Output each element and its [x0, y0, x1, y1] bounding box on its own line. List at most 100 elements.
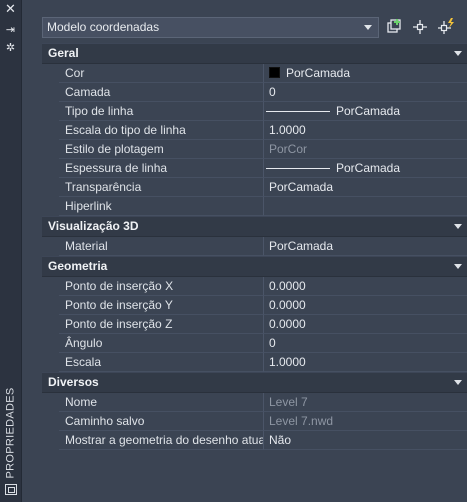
property-value-text: PorCamada: [336, 104, 401, 118]
property-value[interactable]: PorCamada: [264, 102, 467, 121]
property-label: Camada: [59, 83, 264, 102]
row-gutter: [42, 412, 59, 431]
property-value[interactable]: 0.0000: [264, 315, 467, 334]
property-label: Cor: [59, 64, 264, 83]
property-value-text: 1.0000: [269, 123, 306, 137]
selection-dropdown[interactable]: Modelo coordenadas: [42, 17, 379, 38]
row-gutter: [42, 159, 59, 178]
property-value-text: PorCamada: [269, 180, 334, 194]
color-swatch: [269, 67, 280, 78]
quick-select-button[interactable]: [436, 17, 458, 39]
close-icon[interactable]: ✕: [0, 3, 21, 16]
property-row[interactable]: Mostrar a geometria do desenho atual Não: [42, 431, 467, 450]
property-value-text: PorCamada: [286, 66, 351, 80]
property-row[interactable]: Transparência PorCamada: [42, 178, 467, 197]
property-row[interactable]: Espessura de linha PorCamada: [42, 159, 467, 178]
row-gutter: [42, 315, 59, 334]
property-label: Nome: [59, 393, 264, 412]
property-value-text: 0.0000: [269, 298, 306, 312]
property-value-text: 0.0000: [269, 279, 306, 293]
property-value[interactable]: 0: [264, 334, 467, 353]
property-label: Ponto de inserção Y: [59, 296, 264, 315]
property-value[interactable]: Não: [264, 431, 467, 450]
row-gutter: [42, 277, 59, 296]
property-value[interactable]: PorCamada: [264, 64, 467, 83]
palette-options-icon[interactable]: [5, 484, 17, 495]
property-value-text: Level 7.nwd: [269, 414, 334, 428]
crosshair-select-icon: [413, 20, 427, 34]
property-value-text: 0: [269, 85, 276, 99]
row-gutter: [42, 431, 59, 450]
property-row[interactable]: Camada 0: [42, 83, 467, 102]
property-value[interactable]: PorCamada: [264, 237, 467, 256]
property-row[interactable]: Ângulo 0: [42, 334, 467, 353]
pickadd-icon: [387, 19, 401, 33]
row-gutter: [42, 64, 59, 83]
line-sample: [266, 111, 330, 112]
chevron-down-icon[interactable]: [454, 224, 462, 229]
line-sample: [266, 168, 330, 169]
property-label: Hiperlink: [59, 197, 264, 216]
chevron-down-icon[interactable]: [454, 51, 462, 56]
property-row[interactable]: Material PorCamada: [42, 237, 467, 256]
row-gutter: [42, 140, 59, 159]
property-value-text: PorCor: [269, 142, 308, 156]
property-row[interactable]: Tipo de linha PorCamada: [42, 102, 467, 121]
property-value[interactable]: 0: [264, 83, 467, 102]
property-value-text: 0: [269, 336, 276, 350]
selection-dropdown-value: Modelo coordenadas: [47, 20, 160, 34]
property-row[interactable]: Caminho salvo Level 7.nwd: [42, 412, 467, 431]
property-value-text: PorCamada: [269, 239, 334, 253]
property-row[interactable]: Escala do tipo de linha 1.0000: [42, 121, 467, 140]
palette-title-text: PROPRIEDADES: [4, 387, 17, 479]
property-label: Escala: [59, 353, 264, 372]
property-row[interactable]: Escala 1.0000: [42, 353, 467, 372]
property-row[interactable]: Ponto de inserção Y 0.0000: [42, 296, 467, 315]
auto-hide-icon[interactable]: ⇥: [0, 24, 21, 36]
category-title: Geometria: [48, 259, 108, 273]
property-label: Transparência: [59, 178, 264, 197]
property-value[interactable]: 0.0000: [264, 296, 467, 315]
property-row[interactable]: Ponto de inserção X 0.0000: [42, 277, 467, 296]
property-value[interactable]: PorCamada: [264, 178, 467, 197]
chevron-down-icon[interactable]: [454, 264, 462, 269]
category-title: Diversos: [48, 375, 99, 389]
property-label: Material: [59, 237, 264, 256]
selection-toolbar: Modelo coordenadas: [42, 15, 467, 41]
category-header[interactable]: Visualização 3D: [42, 216, 467, 237]
select-objects-button[interactable]: [410, 17, 432, 39]
property-value[interactable]: [264, 197, 467, 216]
property-row[interactable]: Hiperlink: [42, 197, 467, 216]
property-row[interactable]: Estilo de plotagem PorCor: [42, 140, 467, 159]
property-label: Caminho salvo: [59, 412, 264, 431]
property-row[interactable]: Cor PorCamada: [42, 64, 467, 83]
properties-menu-icon[interactable]: ✲: [0, 42, 21, 54]
row-gutter: [42, 102, 59, 121]
row-gutter: [42, 296, 59, 315]
property-row[interactable]: Nome Level 7: [42, 393, 467, 412]
property-value[interactable]: PorCamada: [264, 159, 467, 178]
property-label: Ponto de inserção Z: [59, 315, 264, 334]
palette-title-bar: ✕ ⇥ ✲ PROPRIEDADES: [0, 0, 22, 502]
property-value[interactable]: 0.0000: [264, 277, 467, 296]
properties-panel: Modelo coordenadas Geral Cor PorCamada Ca: [22, 0, 467, 502]
property-value-text: Level 7: [269, 395, 308, 409]
property-value[interactable]: 1.0000: [264, 121, 467, 140]
property-label: Ponto de inserção X: [59, 277, 264, 296]
row-gutter: [42, 83, 59, 102]
property-label: Estilo de plotagem: [59, 140, 264, 159]
property-value-text: PorCamada: [336, 161, 401, 175]
property-value-text: Não: [269, 433, 292, 447]
category-header[interactable]: Geometria: [42, 256, 467, 277]
row-gutter: [42, 197, 59, 216]
category-header[interactable]: Diversos: [42, 372, 467, 393]
property-value-text: 0.0000: [269, 317, 306, 331]
property-label: Escala do tipo de linha: [59, 121, 264, 140]
row-gutter: [42, 237, 59, 256]
row-gutter: [42, 178, 59, 197]
chevron-down-icon[interactable]: [454, 380, 462, 385]
toggle-pickadd-button[interactable]: [385, 17, 407, 39]
property-value[interactable]: 1.0000: [264, 353, 467, 372]
category-header[interactable]: Geral: [42, 43, 467, 64]
property-row[interactable]: Ponto de inserção Z 0.0000: [42, 315, 467, 334]
